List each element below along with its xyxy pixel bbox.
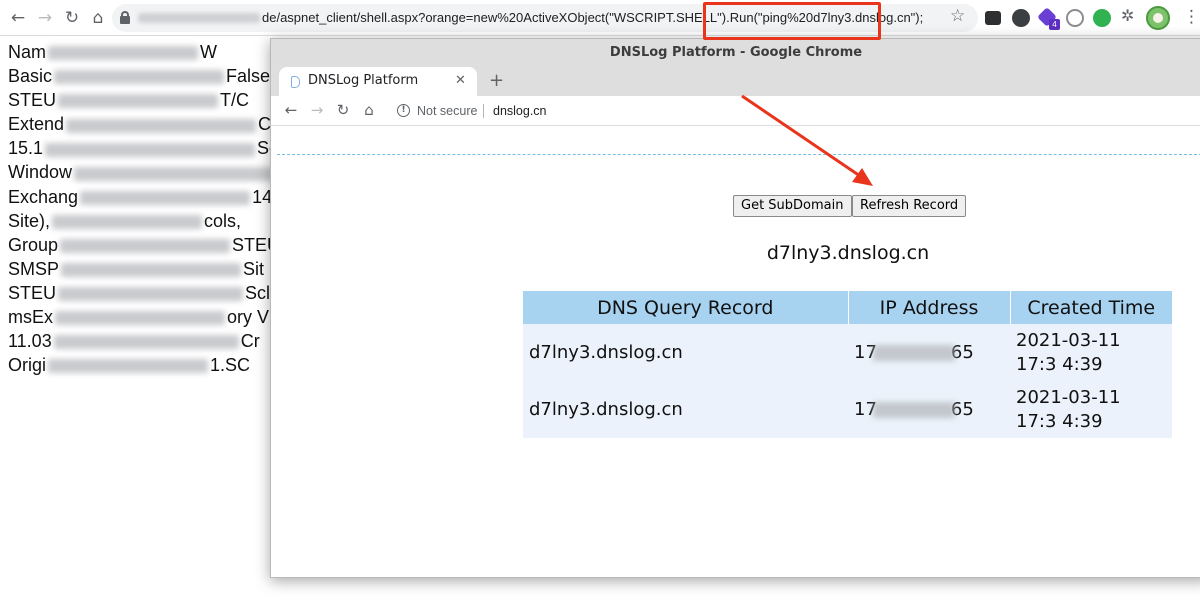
column-header: IP Address [848, 291, 1011, 324]
address-bar[interactable]: de/aspnet_client/shell.aspx?orange=new%2… [112, 4, 978, 32]
back-icon[interactable]: ← [7, 7, 29, 29]
background-text-start: msEx [8, 307, 53, 328]
redacted-ip [872, 344, 955, 361]
background-text-start: Origi [8, 355, 47, 376]
get-subdomain-button[interactable]: Get SubDomain [733, 195, 852, 217]
ip-cell: 17 65 [848, 381, 1010, 438]
background-text-start: 11.03 [8, 331, 52, 352]
redacted-text [58, 287, 244, 302]
lock-icon [120, 11, 130, 24]
column-header: Created Time [1010, 291, 1172, 324]
background-text-start: Window [8, 162, 73, 183]
popup-titlebar[interactable]: DNSLog Platform - Google Chrome [271, 39, 1200, 67]
redacted-text [48, 359, 209, 374]
address-bar-url: de/aspnet_client/shell.aspx?orange=new%2… [262, 10, 924, 25]
redacted-text [54, 70, 225, 85]
home-icon[interactable]: ⌂ [359, 100, 379, 120]
background-text-start: Basic [8, 66, 53, 87]
menu-icon[interactable]: ⋮ [1183, 7, 1200, 27]
table-header-row: DNS Query Record IP Address Created Time [523, 291, 1172, 324]
close-icon[interactable]: ✕ [455, 72, 466, 90]
redacted-text [60, 239, 231, 253]
tab-title: DNSLog Platform [308, 73, 419, 88]
time-cell: 2021-03-11 17:3 4:39 [1010, 324, 1172, 381]
back-icon[interactable]: ← [281, 100, 301, 120]
forward-icon[interactable]: → [34, 7, 56, 29]
extension-cloud-icon[interactable] [1066, 9, 1084, 27]
tab-dnslog[interactable]: DNSLog Platform ✕ [279, 67, 477, 96]
redacted-text [48, 46, 199, 61]
extension-check-icon[interactable] [1093, 9, 1111, 27]
background-text-end: ory V [227, 307, 270, 328]
info-warning-icon[interactable]: ! [397, 104, 410, 117]
background-text-start: Extend [8, 114, 65, 135]
main-browser-toolbar: ← → ↻ ⌂ de/aspnet_client/shell.aspx?oran… [0, 0, 1200, 36]
redacted-text [74, 166, 275, 181]
table-row: d7lny3.dnslog.cn 17 65 2021-03-11 17:3 4:… [523, 381, 1172, 438]
background-text-start: Nam [8, 42, 47, 62]
dashed-divider [277, 154, 1200, 155]
background-text-start: STEU [8, 282, 57, 303]
redacted-host [138, 13, 260, 23]
table-row: d7lny3.dnslog.cn 17 65 2021-03-11 17:3 4:… [523, 324, 1172, 381]
reload-icon[interactable]: ↻ [333, 100, 353, 120]
popup-url: dnslog.cn [493, 104, 547, 118]
dns-record-table: DNS Query Record IP Address Created Time… [523, 291, 1172, 438]
subdomain-text: d7lny3.dnslog.cn [766, 242, 930, 264]
ip-cell: 17 65 [848, 324, 1010, 381]
time-cell: 2021-03-11 17:3 4:39 [1010, 381, 1172, 438]
reload-icon[interactable]: ↻ [61, 7, 83, 29]
background-text-start: SMSP [8, 258, 60, 279]
extension-hat-icon[interactable] [985, 11, 1001, 25]
home-icon[interactable]: ⌂ [87, 7, 109, 29]
background-text-end: cols, [204, 210, 242, 231]
background-text-start: STEU [8, 90, 57, 111]
extension-tracker-icon[interactable] [1012, 9, 1030, 27]
redacted-text [55, 311, 225, 326]
dnslog-favicon-icon [291, 76, 300, 88]
bookmark-star-icon[interactable]: ☆ [950, 6, 965, 26]
redacted-text [53, 335, 239, 350]
background-text-start: Exchang [8, 186, 79, 207]
background-text-end: T/C [220, 90, 250, 111]
popup-tabbar: DNSLog Platform ✕ + [271, 67, 1200, 96]
background-text-end: Scl [245, 282, 271, 303]
record-cell: d7lny3.dnslog.cn [523, 324, 848, 381]
background-text-end: W [200, 42, 218, 62]
background-text-start: Site), [8, 210, 51, 231]
refresh-record-button[interactable]: Refresh Record [852, 195, 967, 217]
redacted-text [66, 118, 257, 133]
background-text-end: 1.SC [210, 355, 251, 376]
background-text-start: Group [8, 234, 59, 255]
background-text-end: Sit [243, 258, 265, 279]
column-header: DNS Query Record [523, 291, 849, 324]
redacted-text [58, 94, 219, 109]
url-divider [483, 104, 484, 118]
redacted-text [80, 190, 251, 205]
avatar[interactable] [1146, 6, 1170, 30]
popup-window-title: DNSLog Platform - Google Chrome [609, 45, 863, 60]
redacted-text [61, 263, 242, 278]
new-tab-icon[interactable]: + [489, 70, 504, 92]
redacted-ip [872, 401, 955, 418]
forward-icon[interactable]: → [307, 100, 327, 120]
redacted-text [52, 214, 203, 229]
extension-badge: 4 [1049, 19, 1060, 30]
not-secure-label[interactable]: Not secure [417, 102, 477, 120]
redacted-text [45, 142, 256, 157]
background-text-start: 15.1 [8, 138, 44, 159]
record-cell: d7lny3.dnslog.cn [523, 381, 848, 438]
popup-address-bar[interactable]: ! Not secure dnslog.cn [387, 98, 1200, 124]
dnslog-popup-window: DNSLog Platform - Google Chrome DNSLog P… [270, 38, 1200, 578]
popup-toolbar: ← → ↻ ⌂ ! Not secure dnslog.cn [271, 96, 1200, 126]
puzzle-icon[interactable]: ✲ [1121, 6, 1134, 25]
background-text-end: Cr [240, 331, 260, 352]
